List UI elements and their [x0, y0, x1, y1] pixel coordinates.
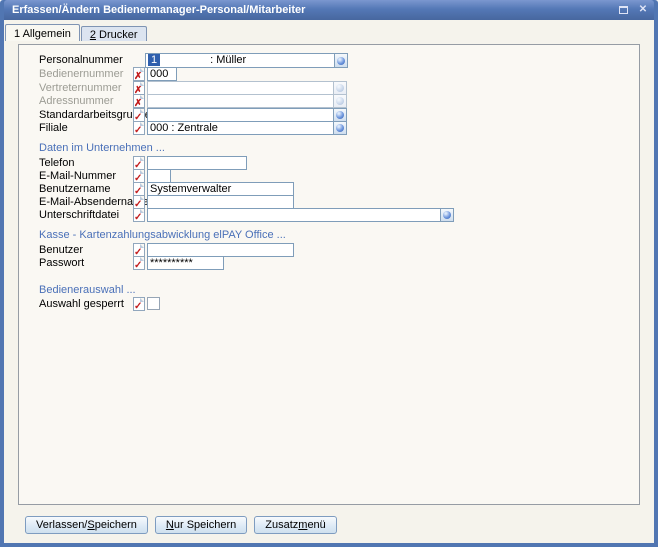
unterschriftdatei-dropdown-button[interactable]: [440, 209, 453, 221]
button-label-part: ur Speichern: [173, 519, 237, 531]
personalnummer-selected-number: 1: [148, 54, 161, 66]
adressnummer-flag-button[interactable]: ✗: [133, 94, 145, 109]
vertreternummer-label: Vertreternummer: [39, 82, 122, 94]
email-nummer-flag-button[interactable]: ✓: [133, 169, 145, 184]
passwort-label: Passwort: [39, 257, 85, 269]
standardarbeitsgruppe-combobox[interactable]: [147, 108, 347, 122]
personalnummer-name: : Müller: [210, 54, 247, 66]
filiale-combobox[interactable]: 000 : Zentrale: [147, 121, 347, 135]
section-heading-kasse: Kasse - Kartenzahlungsabwicklung elPAY O…: [39, 229, 286, 241]
tab-drucker-accesskey: 2: [89, 29, 96, 41]
row-filiale: Filiale ✓ 000 : Zentrale: [19, 121, 639, 137]
personalnummer-dropdown-button[interactable]: [334, 54, 347, 67]
window-controls: ✕: [616, 4, 650, 17]
verlassen-speichern-button[interactable]: Verlassen/Speichern: [25, 516, 148, 534]
dropdown-spin-icon: [336, 84, 344, 92]
doc-check-icon: ✓: [134, 301, 143, 312]
doc-check-icon: ✓: [134, 212, 143, 223]
standardarbeitsgruppe-flag-button[interactable]: ✓: [133, 108, 145, 123]
filiale-value: 000 : Zentrale: [150, 122, 218, 134]
zusatzmenu-button[interactable]: Zusatzmenü: [254, 516, 337, 534]
filiale-dropdown-button[interactable]: [333, 122, 346, 134]
adressnummer-value: [148, 95, 333, 107]
personalnummer-label: Personalnummer: [39, 54, 123, 66]
tab-allgemein[interactable]: 1 Allgemein: [5, 24, 80, 41]
benutzername-input[interactable]: [147, 182, 294, 196]
dropdown-spin-icon: [336, 111, 344, 119]
dropdown-spin-icon: [336, 97, 344, 105]
email-nummer-label: E-Mail-Nummer: [39, 170, 116, 182]
dropdown-spin-icon: [336, 124, 344, 132]
titlebar[interactable]: Erfassen/Ändern Bedienermanager-Personal…: [4, 0, 654, 20]
button-label-part: peichern: [94, 519, 137, 531]
tab-drucker[interactable]: 2 Drucker: [80, 26, 147, 41]
section-heading-bedienerauswahl: Bedienerauswahl ...: [39, 284, 136, 296]
auswahl-gesperrt-checkbox[interactable]: [147, 297, 160, 310]
vertreternummer-value: [148, 82, 333, 94]
kasse-benutzer-flag-button[interactable]: ✓: [133, 243, 145, 258]
maximize-button[interactable]: [616, 4, 630, 17]
benutzername-flag-button[interactable]: ✓: [133, 182, 145, 197]
dialog-window: Erfassen/Ändern Bedienermanager-Personal…: [0, 0, 658, 547]
unterschriftdatei-label: Unterschriftdatei: [39, 209, 120, 221]
vertreternummer-combobox[interactable]: [147, 81, 347, 95]
adressnummer-label: Adressnummer: [39, 95, 114, 107]
kasse-benutzer-label: Benutzer: [39, 244, 84, 256]
row-passwort: Passwort ✓: [19, 256, 639, 272]
row-unterschriftdatei: Unterschriftdatei ✓: [19, 208, 639, 224]
doc-check-icon: ✓: [134, 260, 143, 271]
auswahl-gesperrt-flag-button[interactable]: ✓: [133, 297, 145, 312]
unterschriftdatei-value: [148, 209, 440, 221]
personalnummer-value: 1 : Müller: [146, 54, 334, 67]
row-auswahl-gesperrt: Auswahl gesperrt ✓: [19, 297, 639, 313]
unterschriftdatei-flag-button[interactable]: ✓: [133, 208, 145, 223]
button-label-part: enü: [307, 519, 326, 531]
window-title: Erfassen/Ändern Bedienermanager-Personal…: [12, 4, 306, 16]
close-icon: ✕: [638, 4, 648, 15]
benutzername-label: Benutzername: [39, 183, 111, 195]
bedienernummer-flag-button[interactable]: ✗: [133, 67, 145, 82]
email-nummer-input[interactable]: [147, 169, 171, 183]
personalnummer-combobox[interactable]: 1 : Müller: [145, 53, 348, 68]
tab-drucker-label: Drucker: [99, 29, 138, 41]
vertreternummer-flag-button[interactable]: ✗: [133, 81, 145, 96]
close-button[interactable]: ✕: [636, 4, 650, 17]
maximize-icon: [618, 6, 628, 14]
button-row: Verlassen/Speichern Nur Speichern Zusatz…: [25, 516, 337, 534]
standardarbeitsgruppe-dropdown-button[interactable]: [333, 109, 346, 121]
button-label-part: Zusatz: [265, 519, 299, 531]
email-absendername-input[interactable]: [147, 195, 294, 209]
adressnummer-combobox[interactable]: [147, 94, 347, 108]
unterschriftdatei-combobox[interactable]: [147, 208, 454, 222]
bedienernummer-input[interactable]: [147, 67, 177, 81]
dropdown-spin-icon: [337, 56, 345, 65]
filiale-label: Filiale: [39, 122, 68, 134]
button-accesskey: S: [87, 519, 95, 531]
filiale-flag-button[interactable]: ✓: [133, 121, 145, 136]
tab-strip: 1 Allgemein 2 Drucker: [5, 24, 148, 41]
telefon-flag-button[interactable]: ✓: [133, 156, 145, 171]
dropdown-spin-icon: [443, 211, 451, 219]
telefon-input[interactable]: [147, 156, 247, 170]
auswahl-gesperrt-label: Auswahl gesperrt: [39, 298, 124, 310]
doc-check-icon: ✓: [134, 125, 143, 136]
bedienernummer-label: Bedienernummer: [39, 68, 124, 80]
dialog-client-area: 1 Allgemein 2 Drucker Personalnummer 1 : M…: [4, 20, 654, 543]
passwort-input[interactable]: [147, 256, 224, 270]
button-label-part: Verlassen/: [36, 519, 88, 531]
button-accesskey: N: [165, 519, 174, 531]
form-panel: Personalnummer 1: Müller Bedienernummer …: [18, 44, 640, 505]
adressnummer-dropdown-button[interactable]: [333, 95, 346, 107]
passwort-flag-button[interactable]: ✓: [133, 256, 145, 271]
section-heading-unternehmen: Daten im Unternehmen ...: [39, 142, 165, 154]
email-absendername-flag-button[interactable]: ✓: [133, 195, 145, 210]
vertreternummer-dropdown-button[interactable]: [333, 82, 346, 94]
standardarbeitsgruppe-value: [148, 109, 333, 121]
telefon-label: Telefon: [39, 157, 75, 169]
kasse-benutzer-input[interactable]: [147, 243, 294, 257]
nur-speichern-button[interactable]: Nur Speichern: [154, 516, 248, 534]
